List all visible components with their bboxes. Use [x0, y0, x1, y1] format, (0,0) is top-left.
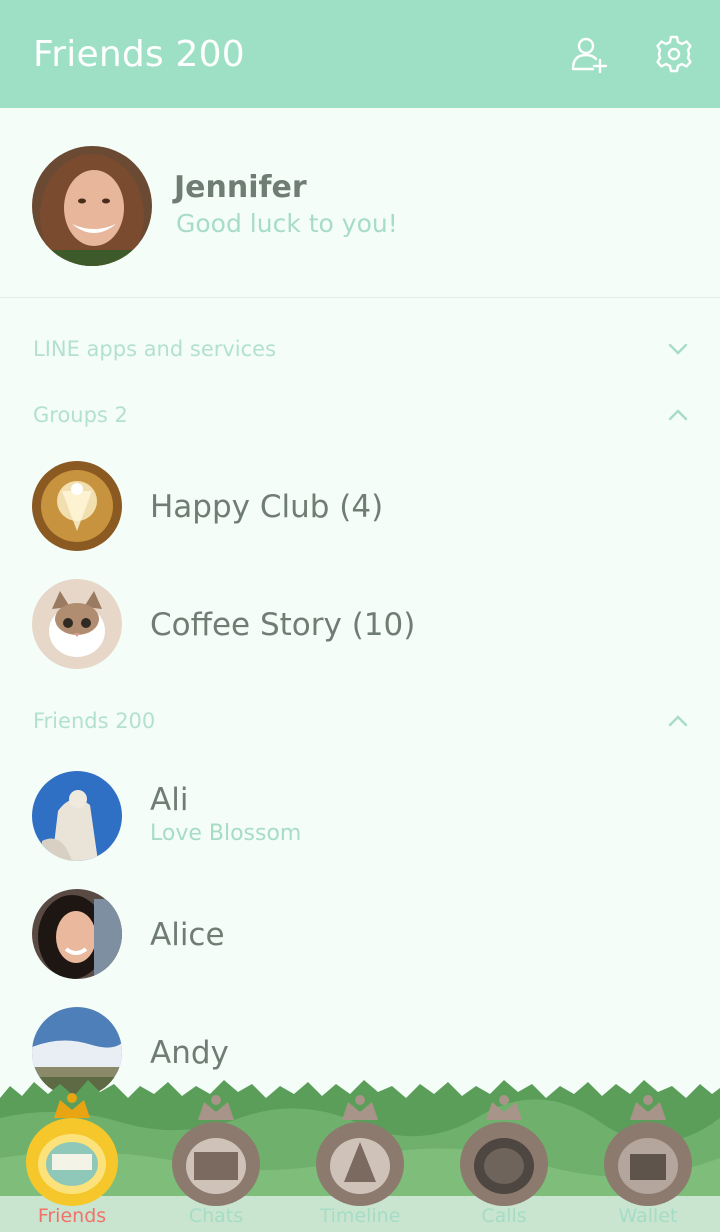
group-row-coffee-story[interactable]: Coffee Story (10) — [0, 567, 720, 685]
group-name: Happy Club (4) — [150, 489, 384, 525]
chevron-up-icon[interactable] — [666, 403, 690, 427]
tab-label: Calls — [481, 1205, 527, 1227]
friend-avatar — [32, 889, 122, 979]
tab-label: Chats — [188, 1205, 244, 1227]
bottom-tab-bar: Friends Chats Timeline Calls Wallet — [0, 1078, 720, 1232]
profile-name: Jennifer — [174, 170, 307, 205]
section-groups[interactable]: Groups 2 — [0, 397, 720, 437]
friend-avatar — [32, 771, 122, 861]
tab-calls[interactable]: Calls — [432, 1092, 576, 1232]
crest-icon — [456, 1092, 552, 1208]
crest-icon — [312, 1092, 408, 1208]
friend-name: Andy — [150, 1035, 229, 1071]
tab-chats[interactable]: Chats — [144, 1092, 288, 1232]
tab-label: Friends — [37, 1205, 107, 1227]
avatar — [32, 146, 152, 266]
profile-status-message: Good luck to you! — [176, 209, 398, 238]
section-label: Groups 2 — [33, 403, 128, 427]
gear-icon[interactable] — [654, 34, 694, 74]
tab-label: Wallet — [618, 1205, 678, 1227]
app-header: Friends 200 — [0, 0, 720, 108]
tab-wallet[interactable]: Wallet — [576, 1092, 720, 1232]
crest-icon — [600, 1092, 696, 1208]
add-friend-icon[interactable] — [569, 34, 609, 74]
friend-row-ali[interactable]: Ali Love Blossom — [0, 759, 720, 877]
tab-friends[interactable]: Friends — [0, 1092, 144, 1232]
chevron-up-icon[interactable] — [666, 709, 690, 733]
friend-status-message: Love Blossom — [150, 821, 302, 846]
crest-icon — [168, 1092, 264, 1208]
group-row-happy-club[interactable]: Happy Club (4) — [0, 449, 720, 567]
tab-label: Timeline — [319, 1205, 401, 1227]
tab-timeline[interactable]: Timeline — [288, 1092, 432, 1232]
section-label: Friends 200 — [33, 709, 156, 733]
friend-row-alice[interactable]: Alice — [0, 877, 720, 995]
friend-name: Alice — [150, 917, 225, 953]
crest-icon — [24, 1092, 120, 1208]
chevron-down-icon[interactable] — [666, 337, 690, 361]
page-title: Friends 200 — [33, 34, 245, 75]
group-name: Coffee Story (10) — [150, 607, 416, 643]
my-profile[interactable]: Jennifer Good luck to you! — [0, 108, 720, 298]
friend-name: Ali — [150, 782, 189, 818]
group-avatar — [32, 461, 122, 551]
group-avatar — [32, 579, 122, 669]
section-friends[interactable]: Friends 200 — [0, 703, 720, 743]
section-label: LINE apps and services — [33, 337, 277, 361]
section-services[interactable]: LINE apps and services — [0, 331, 720, 371]
